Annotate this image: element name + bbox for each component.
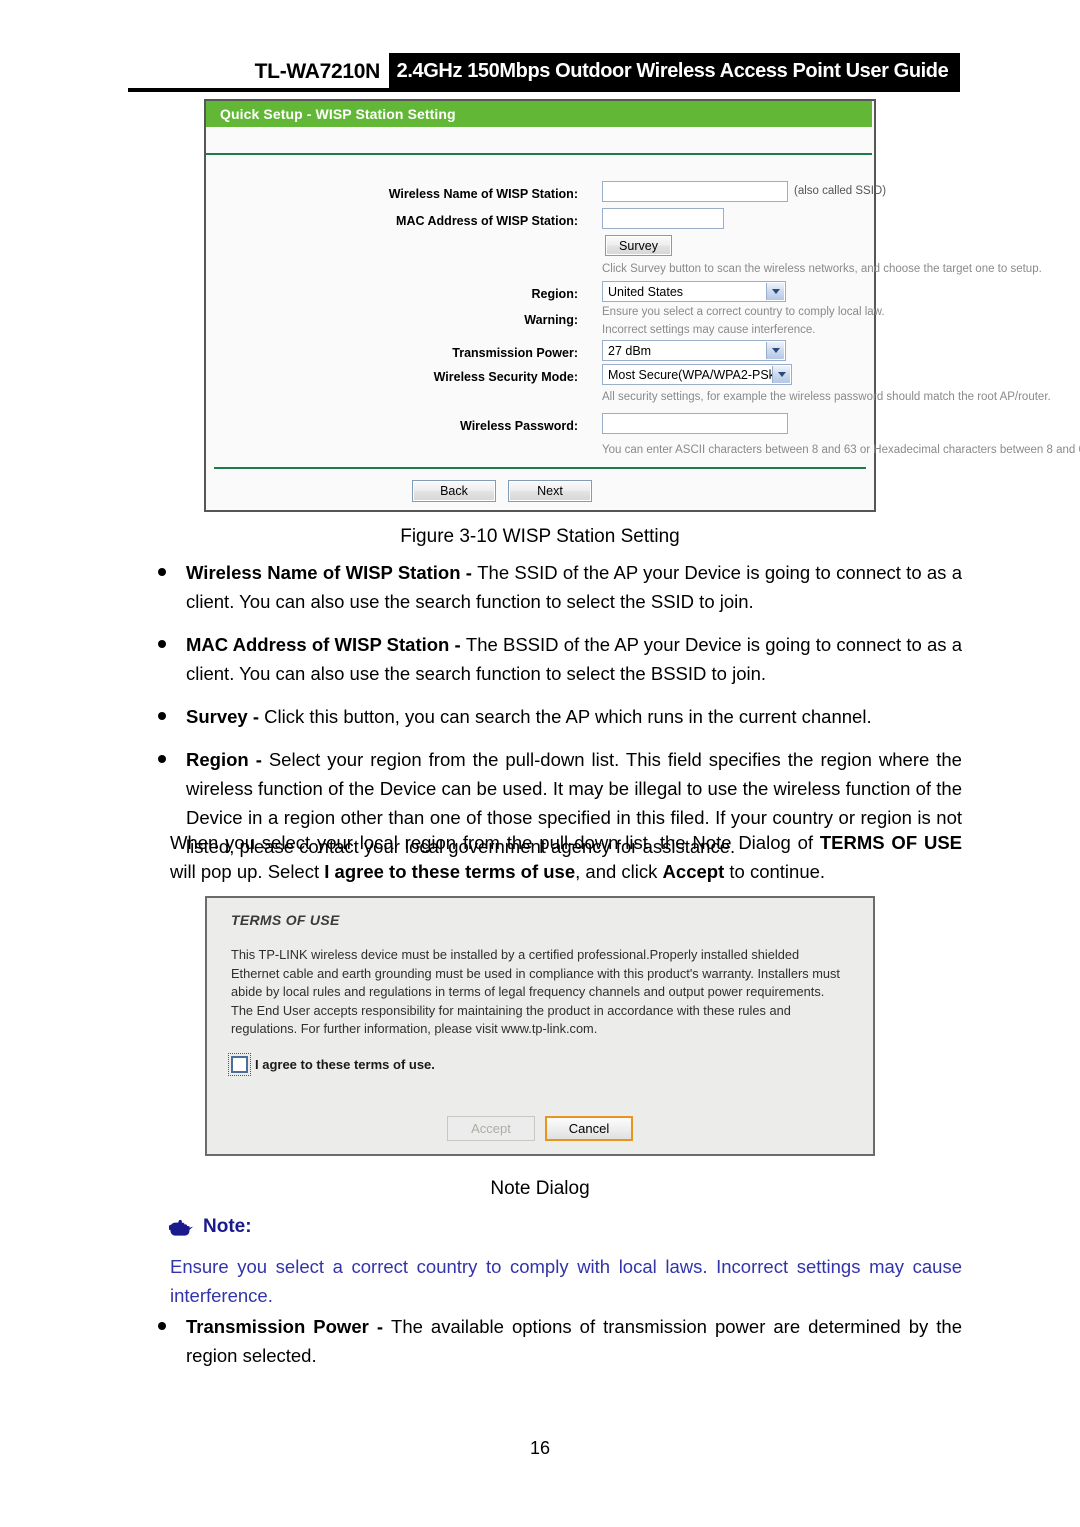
paragraph-part-2: will pop up. Select xyxy=(170,861,325,882)
mac-address-label: MAC Address of WISP Station: xyxy=(396,214,578,228)
header-model-name: TL-WA7210N xyxy=(254,60,381,83)
header-banner-notch xyxy=(385,53,389,89)
terms-dialog-title: TERMS OF USE xyxy=(231,912,340,928)
bullet-dot-icon xyxy=(158,755,166,763)
ssid-label: Wireless Name of WISP Station: xyxy=(388,187,578,201)
bullet-dot-icon xyxy=(158,1322,166,1330)
mac-address-input[interactable] xyxy=(602,208,724,229)
panel-body: Wireless Name of WISP Station: (also cal… xyxy=(206,157,1080,457)
bullet-text: Click this button, you can search the AP… xyxy=(264,706,872,727)
transmission-power-bullet-block: Transmission Power - The available optio… xyxy=(152,1312,962,1384)
ssid-suffix-note: (also called SSID) xyxy=(794,185,887,197)
paragraph-bold-accept: Accept xyxy=(662,861,725,882)
panel-subbar xyxy=(206,127,872,155)
agree-checkbox-label: I agree to these terms of use. xyxy=(255,1057,435,1072)
bullet-separator: - xyxy=(449,634,466,655)
pointing-hand-icon xyxy=(169,1219,194,1236)
note-heading: Note: xyxy=(168,1216,252,1238)
bullet-dot-icon xyxy=(158,712,166,720)
cancel-button[interactable]: Cancel xyxy=(545,1116,633,1141)
terms-dialog-body: This TP-LINK wireless device must be ins… xyxy=(231,947,840,1036)
chevron-down-icon[interactable] xyxy=(772,366,790,383)
note-heading-label: Note: xyxy=(203,1216,252,1237)
bullet-separator: - xyxy=(368,1316,392,1337)
bullet-term: Region xyxy=(186,749,249,770)
wireless-password-hint: You can enter ASCII characters between 8… xyxy=(602,444,1080,456)
bullet-term: Transmission Power xyxy=(186,1316,369,1337)
transmission-power-label: Transmission Power: xyxy=(452,346,578,360)
next-button[interactable]: Next xyxy=(508,480,592,502)
ssid-input[interactable] xyxy=(602,181,788,202)
paragraph-part-1: When you select your local region from t… xyxy=(170,832,820,853)
security-settings-hint: All security settings, for example the w… xyxy=(602,391,1051,403)
accept-button[interactable]: Accept xyxy=(447,1116,535,1141)
transmission-power-select[interactable]: 27 dBm xyxy=(602,340,786,361)
bullet-term: Wireless Name of WISP Station xyxy=(186,562,461,583)
list-item: Survey - Click this button, you can sear… xyxy=(152,702,962,731)
paragraph-part-3: , and click xyxy=(575,861,663,882)
terms-dialog-buttons: Accept Cancel xyxy=(207,1116,873,1141)
survey-hint: Click Survey button to scan the wireless… xyxy=(602,263,1042,275)
agree-checkbox[interactable] xyxy=(228,1053,251,1076)
panel-title: Quick Setup - WISP Station Setting xyxy=(206,101,872,127)
warning-line-1: Ensure you select a correct country to c… xyxy=(602,306,885,318)
bullet-term: Survey xyxy=(186,706,248,727)
warning-label: Warning: xyxy=(524,313,578,327)
bullet-separator: - xyxy=(247,706,265,727)
back-button[interactable]: Back xyxy=(412,480,496,502)
list-item: MAC Address of WISP Station - The BSSID … xyxy=(152,630,962,688)
panel-footer-separator xyxy=(214,467,866,469)
bullet-term: MAC Address of WISP Station xyxy=(186,634,450,655)
terms-of-use-paragraph: When you select your local region from t… xyxy=(170,828,962,886)
wisp-station-setting-panel: Quick Setup - WISP Station Setting Wirel… xyxy=(204,99,1080,512)
bullet-dot-icon xyxy=(158,640,166,648)
paragraph-bold-terms-of-use: TERMS OF USE xyxy=(819,832,962,853)
chevron-down-icon[interactable] xyxy=(766,342,784,359)
region-select[interactable]: United States xyxy=(602,281,786,302)
region-selected-value: United States xyxy=(608,284,684,299)
bullet-separator: - xyxy=(248,749,269,770)
paragraph-bold-agree: I agree to these terms of use xyxy=(324,861,576,882)
wireless-password-input[interactable] xyxy=(602,413,788,434)
chevron-down-icon[interactable] xyxy=(766,283,784,300)
warning-line-2: Incorrect settings may cause interferenc… xyxy=(602,324,816,336)
list-item: Transmission Power - The available optio… xyxy=(152,1312,962,1370)
region-label: Region: xyxy=(531,287,578,301)
bullet-dot-icon xyxy=(158,568,166,576)
terms-of-use-dialog: TERMS OF USE This TP-LINK wireless devic… xyxy=(205,896,875,1156)
header-banner-title: 2.4GHz 150Mbps Outdoor Wireless Access P… xyxy=(385,53,960,89)
transmission-power-selected-value: 27 dBm xyxy=(608,343,652,358)
wireless-security-mode-label: Wireless Security Mode: xyxy=(433,370,578,384)
header-divider-rule xyxy=(128,88,960,92)
list-item: Wireless Name of WISP Station - The SSID… xyxy=(152,558,962,616)
paragraph-part-4: to continue. xyxy=(724,861,826,882)
wireless-security-mode-selected-value: Most Secure(WPA/WPA2-PSk xyxy=(608,367,775,382)
wireless-password-label: Wireless Password: xyxy=(460,419,578,433)
agree-checkbox-row[interactable]: I agree to these terms of use. xyxy=(228,1053,435,1076)
page-header: TL-WA7210N 2.4GHz 150Mbps Outdoor Wirele… xyxy=(0,0,1080,96)
bullet-separator: - xyxy=(460,562,478,583)
note-dialog-caption: Note Dialog xyxy=(490,1178,590,1199)
page-number: 16 xyxy=(529,1438,551,1458)
wireless-security-mode-select[interactable]: Most Secure(WPA/WPA2-PSk xyxy=(602,364,792,385)
survey-button[interactable]: Survey xyxy=(605,235,672,256)
note-text: Ensure you select a correct country to c… xyxy=(170,1256,962,1306)
figure-caption: Figure 3-10 WISP Station Setting xyxy=(400,526,680,547)
